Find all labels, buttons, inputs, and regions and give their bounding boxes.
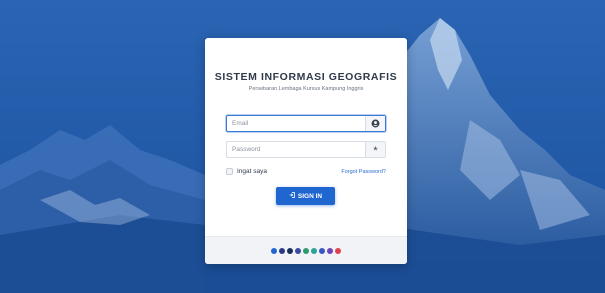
theme-swatch[interactable] (311, 247, 317, 254)
asterisk-icon: * (365, 142, 385, 157)
theme-swatch[interactable] (271, 247, 277, 254)
remember-label: Ingat saya (237, 168, 267, 175)
sign-in-label: SIGN IN (297, 192, 323, 200)
theme-swatch[interactable] (279, 247, 285, 254)
theme-swatch[interactable] (295, 247, 301, 254)
app-subtitle: Persebaran Lembaga Kursus Kampung Inggri… (248, 86, 364, 92)
sign-in-icon (289, 192, 295, 200)
login-card: SISTEM INFORMASI GEOGRAFIS Persebaran Le… (205, 38, 407, 264)
theme-swatch[interactable] (287, 247, 293, 254)
password-field-group: * (226, 141, 386, 158)
sign-in-button[interactable]: SIGN IN (276, 187, 335, 205)
email-field-group (226, 115, 386, 132)
remember-me[interactable]: Ingat saya (226, 168, 267, 175)
theme-swatches (205, 236, 407, 264)
app-title: SISTEM INFORMASI GEOGRAFIS (214, 71, 398, 83)
remember-checkbox[interactable] (226, 168, 233, 175)
theme-swatch[interactable] (327, 247, 333, 254)
password-input[interactable] (227, 142, 365, 157)
theme-swatch[interactable] (303, 247, 309, 254)
theme-swatch[interactable] (319, 247, 325, 254)
user-icon (365, 116, 385, 131)
email-input[interactable] (227, 116, 365, 131)
theme-swatch[interactable] (335, 247, 341, 254)
forgot-password-link[interactable]: Forgot Password? (341, 169, 386, 175)
